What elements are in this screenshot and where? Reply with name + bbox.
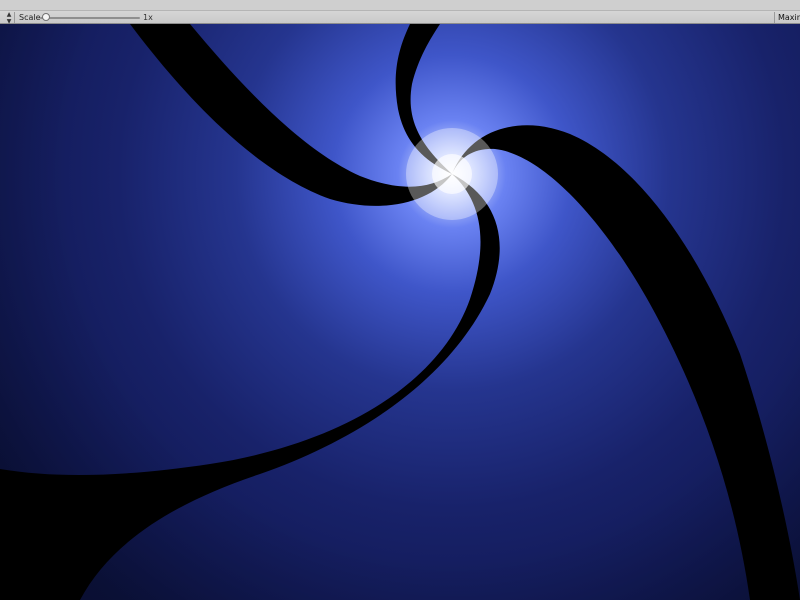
display-dropdown[interactable]: ▲ ▼	[4, 10, 14, 25]
spiral-render	[0, 24, 800, 600]
game-viewport[interactable]	[0, 24, 800, 600]
maximize-on-play-toggle[interactable]: Maximize	[778, 13, 800, 23]
scale-slider-thumb[interactable]	[42, 13, 50, 21]
viewport-vignette	[0, 24, 800, 600]
window-tab-strip	[0, 0, 800, 11]
chevron-updown-icon: ▲ ▼	[6, 10, 12, 25]
scale-label: Scale	[19, 13, 41, 22]
toolbar-separator	[774, 12, 775, 23]
scale-slider-track	[40, 17, 140, 19]
scale-slider[interactable]	[40, 12, 140, 23]
game-view-toolbar: ▲▼ Scale 1x Maximize	[0, 0, 800, 25]
toolbar-separator	[14, 12, 15, 23]
scale-value: 1x	[143, 13, 153, 22]
